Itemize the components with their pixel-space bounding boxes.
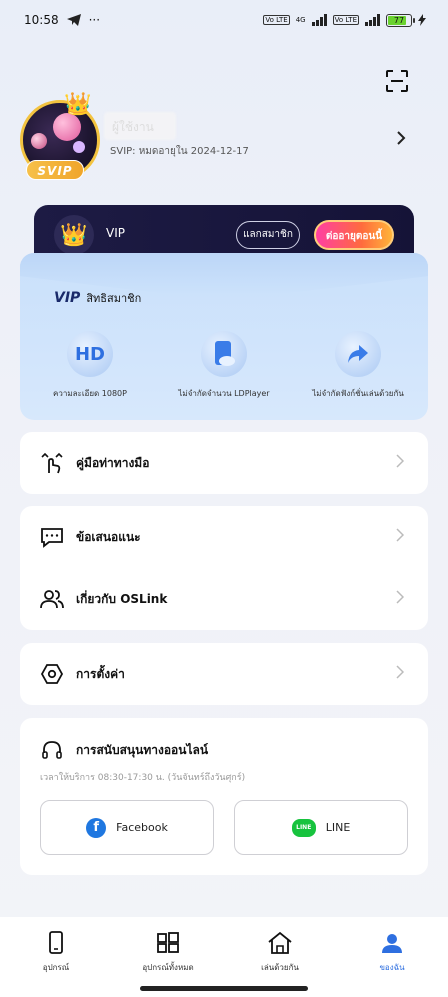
renew-now-button[interactable]: ต่ออายุตอนนี้ (314, 220, 394, 250)
benefit-play-together: ไม่จำกัดฟังก์ชั่นเล่นด้วยกัน (288, 331, 428, 400)
chevron-right-icon (396, 665, 404, 679)
facebook-icon: f (86, 817, 107, 838)
scan-icon[interactable] (386, 70, 408, 92)
telegram-icon (66, 14, 81, 26)
signal-icon (311, 14, 327, 26)
expiry-text: SVIP: หมดอายุใน 2024-12-17 (110, 146, 249, 157)
battery-icon: 77 (386, 13, 415, 27)
menu-item-settings[interactable]: การตั้งค่า (20, 643, 428, 705)
chevron-right-icon (396, 528, 404, 542)
more-dots: ··· (88, 13, 101, 27)
crown-icon: 👑 (64, 92, 92, 117)
headset-icon (40, 738, 64, 762)
benefit-label: ไม่จำกัดจำนวน LDPlayer (178, 389, 270, 398)
benefits-title: VIP สิทธิสมาชิก (54, 289, 141, 307)
menu-label: เกี่ยวกับ OSLink (76, 591, 168, 606)
status-time: 10:58 (24, 13, 59, 27)
vip-benefits-panel: VIP สิทธิสมาชิก HD ความละเอียด 1080P ไม่… (20, 253, 428, 420)
benefit-hd: HD ความละเอียด 1080P (20, 331, 160, 400)
nav-label: อุปกรณ์ (42, 963, 70, 972)
user-icon (382, 934, 402, 953)
volte-badge-2: Vo LTE (332, 15, 359, 25)
chevron-right-icon[interactable] (396, 130, 406, 146)
network-type: 4G (295, 16, 306, 24)
chat-bubble-icon (40, 525, 64, 549)
vip-mark-icon: VIP (54, 290, 81, 306)
charging-icon (418, 14, 426, 26)
menu-label: การตั้งค่า (76, 666, 125, 681)
support-hours: เวลาให้บริการ 08:30-17:30 น. (วันจันทร์ถ… (40, 773, 246, 783)
benefit-label: ความละเอียด 1080P (53, 389, 127, 398)
menu-item-about[interactable]: เกี่ยวกับ OSLink (20, 568, 428, 630)
users-icon (40, 587, 64, 611)
settings-card: การตั้งค่า (20, 643, 428, 705)
username: ผู้ใช้งาน (112, 120, 154, 134)
grid-icon (157, 932, 179, 953)
gesture-icon (40, 451, 64, 475)
menu-label: ข้อเสนอแนะ (76, 529, 141, 544)
chevron-right-icon (396, 454, 404, 468)
vip-label: VIP (106, 226, 125, 240)
nav-item-device[interactable]: อุปกรณ์ (0, 917, 112, 997)
line-label: LINE (325, 821, 351, 834)
hd-icon: HD (67, 331, 113, 377)
signal-icon-2 (365, 14, 380, 26)
menu-label: คู่มือท่าทางมือ (76, 455, 150, 470)
support-title-row: การสนับสนุนทางออนไลน์ (40, 738, 208, 762)
gesture-guide-card: คู่มือท่าทางมือ (20, 432, 428, 494)
svip-badge: SVIP (26, 160, 84, 180)
support-title: การสนับสนุนทางออนไลน์ (76, 742, 209, 757)
chevron-right-icon (396, 590, 404, 604)
nav-label: เล่นด้วยกัน (261, 963, 299, 972)
nav-item-play-together[interactable]: เล่นด้วยกัน (224, 917, 336, 997)
volte-badge: Vo LTE (263, 15, 290, 25)
vip-card: 👑 VIP แลกสมาชิก ต่ออายุตอนนี้ VIP สิทธิส… (20, 205, 428, 420)
nav-item-me[interactable]: ของฉัน (336, 917, 448, 997)
profile-section[interactable]: 👑 SVIP ผู้ใช้งาน SVIP: หมดอายุใน 2024-12… (20, 92, 428, 190)
facebook-button[interactable]: f Facebook (40, 800, 214, 855)
bottom-nav: อุปกรณ์ อุปกรณ์ทั้งหมด เล่นด้วยกัน ของฉั… (0, 917, 448, 997)
line-button[interactable]: LINE LINE (234, 800, 408, 855)
phone-icon (49, 931, 63, 954)
nav-label: ของฉัน (379, 963, 405, 972)
home-icon (268, 931, 292, 954)
benefit-label: ไม่จำกัดฟังก์ชั่นเล่นด้วยกัน (312, 389, 404, 398)
settings-hex-icon (40, 662, 64, 686)
benefits-title-text: สิทธิสมาชิก (86, 292, 142, 305)
line-icon: LINE (291, 818, 316, 837)
status-bar: 10:58 ··· Vo LTE 4G Vo LTE 77 (0, 0, 448, 40)
nav-item-all-devices[interactable]: อุปกรณ์ทั้งหมด (112, 917, 224, 997)
home-indicator[interactable] (140, 986, 308, 991)
benefit-ldplayer: ไม่จำกัดจำนวน LDPlayer (154, 331, 294, 400)
menu-item-feedback[interactable]: ข้อเสนอแนะ (20, 506, 428, 568)
facebook-label: Facebook (116, 821, 168, 834)
support-card: การสนับสนุนทางออนไลน์ เวลาให้บริการ 08:3… (20, 718, 428, 875)
menu-item-gesture-guide[interactable]: คู่มือท่าทางมือ (20, 432, 428, 494)
phone-cloud-icon (201, 331, 247, 377)
nav-label: อุปกรณ์ทั้งหมด (142, 963, 194, 972)
redeem-membership-button[interactable]: แลกสมาชิก (236, 221, 300, 249)
info-card: ข้อเสนอแนะ เกี่ยวกับ OSLink (20, 506, 428, 630)
vip-crown-icon: 👑 (54, 215, 94, 255)
share-arrow-icon (335, 331, 381, 377)
